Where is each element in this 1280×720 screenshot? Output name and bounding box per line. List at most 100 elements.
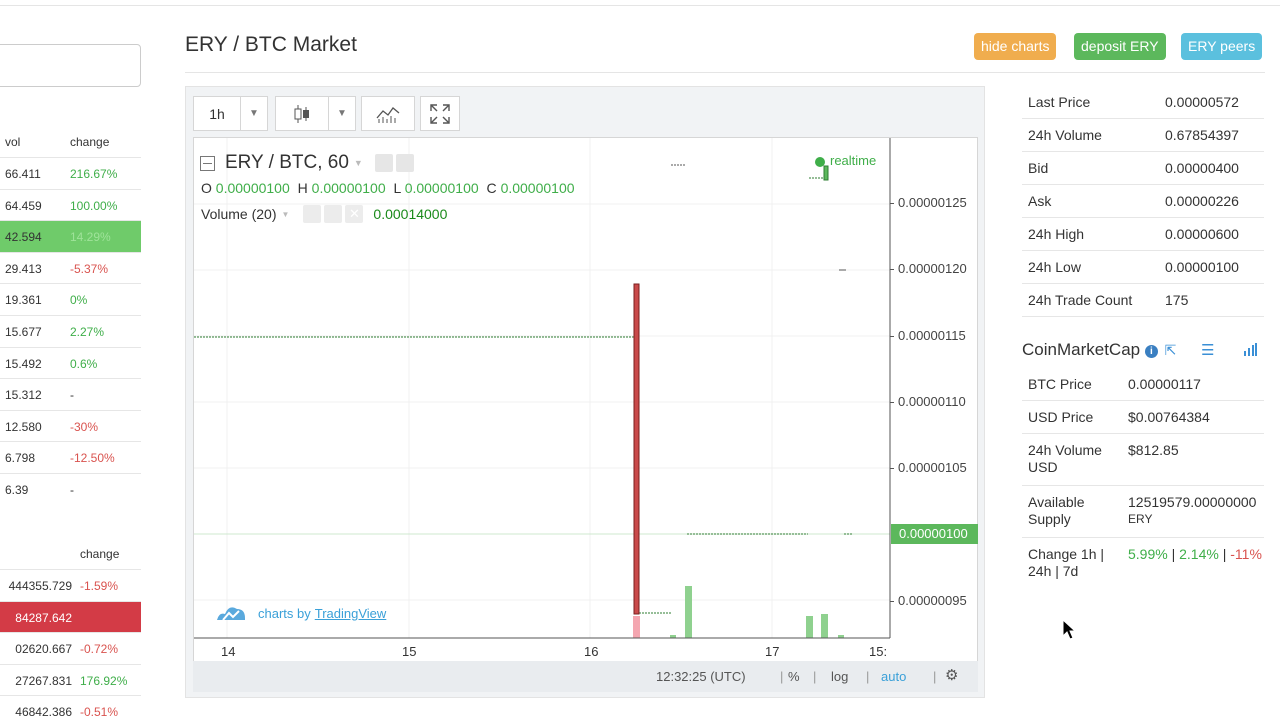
realtime-label: realtime <box>830 153 877 168</box>
market-row[interactable]: 12.580 -30% <box>0 409 141 442</box>
gear-icon[interactable] <box>395 154 414 172</box>
fullscreen-button[interactable] <box>420 96 460 131</box>
stat-value: 0.00000600 <box>1165 226 1239 242</box>
stat-label: Last Price <box>1028 94 1091 110</box>
stat-value: 0.00000117 <box>1128 376 1201 392</box>
collapse-legend-icon[interactable] <box>200 155 215 171</box>
market-row[interactable]: 19.361 0% <box>0 283 141 315</box>
fullscreen-icon <box>430 103 450 124</box>
market-vol: 42.594 <box>5 230 42 245</box>
info-icon[interactable]: i <box>1144 345 1158 358</box>
green-candle[interactable] <box>823 165 829 181</box>
market-vol: 02620.667 <box>15 642 72 657</box>
stat-value: 12519579.00000000 ERY <box>1128 494 1257 526</box>
stat-row: 24h High 0.00000600 <box>1022 218 1264 251</box>
market-change: -0.72% <box>80 642 119 657</box>
red-candle[interactable] <box>633 283 640 615</box>
candlestick-icon <box>294 104 309 123</box>
time-tick-label: 16 <box>584 644 599 659</box>
market-search-input[interactable] <box>0 44 141 87</box>
log-toggle[interactable]: log <box>831 669 848 684</box>
market-vol: 15.312 <box>5 388 42 403</box>
eye-icon[interactable] <box>303 205 322 223</box>
current-price-label: 0.00000100 <box>891 524 978 544</box>
market-vol: 6.798 <box>5 451 36 466</box>
market-row[interactable]: 42.594 14.29% <box>0 220 141 252</box>
cmc-title: CoinMarketCap <box>1022 340 1141 359</box>
stat-row: BTC Price 0.00000117 <box>1022 368 1264 401</box>
interval-dropdown[interactable]: ▼ <box>240 96 268 131</box>
list-icon[interactable]: ☰ <box>1201 342 1214 359</box>
market-row[interactable]: 15.492 0.6% <box>0 346 141 379</box>
volume-legend: Volume (20) ▼ ✕ 0.00014000 <box>201 205 447 223</box>
chevron-down-icon[interactable]: ▼ <box>354 158 363 168</box>
stat-row: USD Price $0.00764384 <box>1022 401 1264 434</box>
market-row[interactable]: 15.677 2.27% <box>0 315 141 347</box>
tradingview-branding[interactable]: charts by TradingView <box>215 602 386 624</box>
market-change: - <box>70 483 74 497</box>
chart-bottom-bar: 12:32:25 (UTC) | % | log | auto | ⚙ <box>193 661 978 692</box>
ohlc-o-value: 0.00000100 <box>215 180 290 196</box>
price-tick-label: 0.00000125 <box>890 195 979 210</box>
stat-row: 24h Volume 0.67854397 <box>1022 119 1264 152</box>
market-row[interactable]: 66.411 216.67% <box>0 157 141 189</box>
time-tick-label: 17 <box>765 644 780 659</box>
market-vol: 46842.386 <box>15 705 72 720</box>
market-change: -5.37% <box>70 261 109 276</box>
market-change: -30% <box>70 419 99 434</box>
ohlc-c-label: C <box>486 180 497 196</box>
close-icon[interactable]: ✕ <box>345 205 364 223</box>
stat-value: 0.00000400 <box>1165 160 1239 176</box>
chevron-down-icon[interactable]: ▼ <box>281 210 289 219</box>
deposit-button[interactable]: deposit ERY <box>1074 33 1166 60</box>
market-row[interactable]: 15.312 - <box>0 378 141 410</box>
settings-icon[interactable] <box>374 154 393 172</box>
header-divider <box>185 72 1265 73</box>
market-vol: 12.580 <box>5 419 42 434</box>
vol-column-header[interactable]: vol <box>5 135 20 149</box>
indicators-button[interactable] <box>361 96 415 131</box>
market-row[interactable]: 02620.667 -0.72% <box>0 632 141 664</box>
stat-row: Ask 0.00000226 <box>1022 185 1264 218</box>
market-row[interactable]: 29.413 -5.37% <box>0 251 141 284</box>
tradingview-link[interactable]: TradingView <box>315 606 387 621</box>
bar-chart-icon[interactable] <box>1243 341 1258 361</box>
chevron-down-icon: ▼ <box>249 108 259 119</box>
percent-toggle[interactable]: % <box>788 669 800 684</box>
market-row[interactable]: 27267.831 176.92% <box>0 663 141 696</box>
market-row[interactable]: 46842.386 -0.51% <box>0 695 141 720</box>
market-vol: 27267.831 <box>15 673 72 688</box>
stat-row: Available Supply 12519579.00000000 ERY <box>1022 486 1264 538</box>
ohlc-h-label: H <box>297 180 308 196</box>
ohlc-legend: O 0.00000100 H 0.00000100 L 0.00000100 C… <box>201 180 575 196</box>
market-change: -12.50% <box>70 451 115 466</box>
stat-value: 0.00000572 <box>1165 94 1239 110</box>
auto-toggle[interactable]: auto <box>881 669 906 684</box>
stat-value: $812.85 <box>1128 442 1179 458</box>
market-row[interactable]: 444355.729 -1.59% <box>0 569 141 601</box>
market-vol: 29.413 <box>5 261 42 276</box>
change-column-header[interactable]: change <box>80 547 119 561</box>
change-column-header[interactable]: change <box>70 135 109 149</box>
interval-button[interactable]: 1h <box>193 96 241 131</box>
chart-type-button[interactable] <box>275 96 329 131</box>
market-change: - <box>70 388 74 403</box>
ohlc-l-label: L <box>393 180 401 196</box>
ohlc-h-value: 0.00000100 <box>311 180 386 196</box>
external-link-icon[interactable]: ⇱ <box>1165 342 1177 358</box>
stat-label: BTC Price <box>1028 376 1092 392</box>
chart-type-dropdown[interactable]: ▼ <box>328 96 356 131</box>
chart-area[interactable]: ERY / BTC, 60 ▼ O 0.00000100 H 0.0000010… <box>193 137 978 692</box>
gear-icon[interactable] <box>324 205 343 223</box>
gear-icon[interactable]: ⚙ <box>945 666 958 684</box>
market-list: vol change 66.411 216.67% 64.459 100.00% 42.… <box>0 0 141 720</box>
market-row[interactable]: 64.459 100.00% <box>0 188 141 221</box>
peers-button[interactable]: ERY peers <box>1181 33 1263 60</box>
market-change: 100.00% <box>70 198 118 213</box>
hide-charts-button[interactable]: hide charts <box>974 33 1057 60</box>
stat-value: 0.00000100 <box>1165 259 1239 275</box>
chart-legend: ERY / BTC, 60 ▼ <box>200 152 414 174</box>
market-row[interactable]: 6.798 -12.50% <box>0 441 141 473</box>
market-row[interactable]: 84287.642 <box>0 600 141 633</box>
market-row[interactable]: 6.39 - <box>0 473 141 505</box>
